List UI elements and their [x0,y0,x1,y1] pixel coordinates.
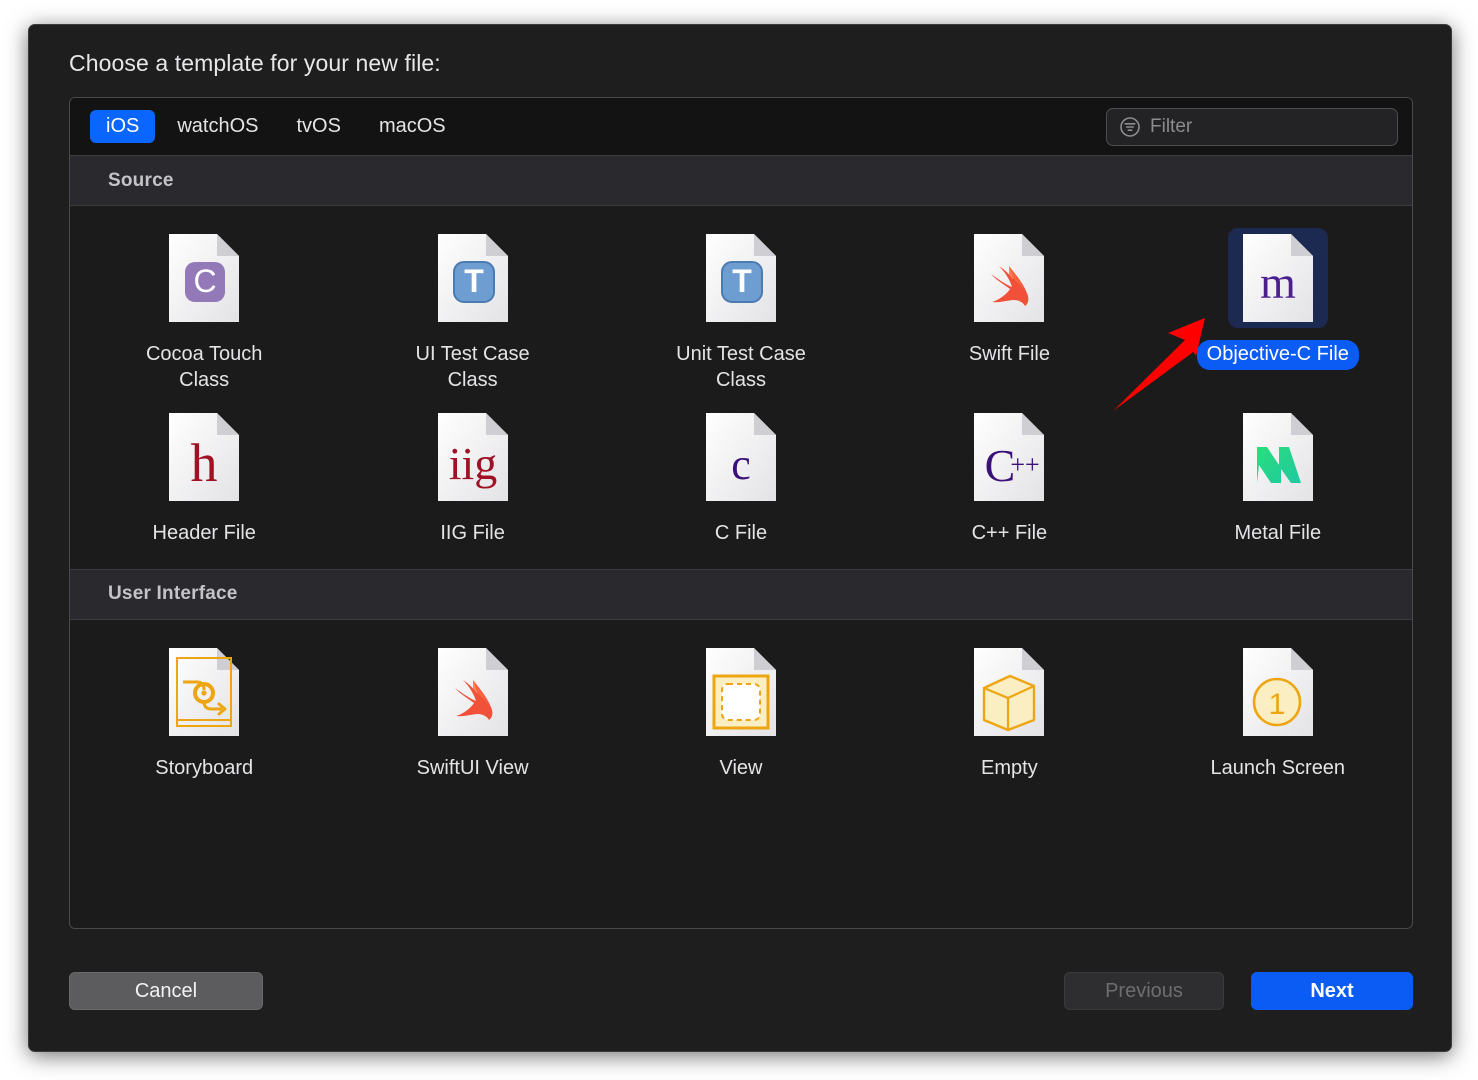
template-item-label: Metal File [1234,522,1322,545]
swift-file-icon [959,228,1059,328]
template-item-cocoa-touch-class[interactable]: C Cocoa Touch Class [70,220,338,395]
filter-placeholder: Filter [1150,116,1193,137]
section-header-user-interface-label: User Interface [108,583,238,605]
new-file-template-dialog: Choose a template for your new file: iOS… [28,24,1452,1052]
iig-file-icon: iig [423,407,523,507]
template-item-label: C File [714,522,768,545]
template-item-label: IIG File [440,522,505,545]
template-item-label: Objective-C File [1196,340,1359,370]
tab-watchos[interactable]: watchOS [161,110,274,143]
svg-text:T: T [464,263,484,299]
launch-screen-file-icon: 1 [1228,642,1328,742]
template-item-label: Swift File [968,343,1050,365]
platform-tabbar: iOS watchOS tvOS macOS Filter [70,98,1412,156]
template-item-objective-c-file[interactable]: m Objective-C File [1144,220,1412,395]
swiftui-view-file-icon [423,642,523,742]
template-item-header-file[interactable]: h Header File [70,399,338,549]
screenshot-root: Choose a template for your new file: iOS… [0,0,1478,1080]
section-header-source: Source [70,156,1412,206]
template-item-label: Header File [152,522,256,545]
template-panel: iOS watchOS tvOS macOS Filter Source C C… [69,97,1413,929]
page-title: Choose a template for your new file: [69,50,441,76]
template-item-swiftui-view[interactable]: SwiftUI View [338,634,606,784]
template-item-label: View [719,756,763,779]
svg-text:T: T [732,263,752,299]
template-item-metal-file[interactable]: Metal File [1144,399,1412,549]
template-item-c-file[interactable]: c C File [607,399,875,549]
template-item-view[interactable]: View [607,634,875,784]
template-item-label: SwiftUI View [416,756,529,779]
previous-button[interactable]: Previous [1064,972,1224,1010]
tab-tvos[interactable]: tvOS [281,110,357,143]
tab-macos[interactable]: macOS [363,110,462,143]
tab-ios[interactable]: iOS [90,110,156,143]
template-item-cpp-file[interactable]: C ++ C++ File [875,399,1143,549]
template-grid-source: C Cocoa Touch Class T UI Test Case Class… [70,220,1412,549]
cancel-button[interactable]: Cancel [69,972,263,1010]
next-button[interactable]: Next [1251,972,1413,1010]
filter-input[interactable]: Filter [1106,108,1398,146]
template-item-label: Unit Test Case Class [676,343,806,391]
svg-text:h: h [191,433,218,493]
unit-test-case-class-file-icon: T [691,228,791,328]
template-item-label: UI Test Case Class [415,343,530,391]
template-item-label: Storyboard [155,756,254,779]
template-grid-user-interface: Storyboard SwiftUI View View Empty 1 Lau… [70,634,1412,784]
ui-test-case-class-file-icon: T [423,228,523,328]
section-body-user-interface: Storyboard SwiftUI View View Empty 1 Lau… [70,619,1412,804]
template-item-label: Empty [981,756,1038,779]
svg-text:iig: iig [448,438,497,489]
storyboard-file-icon [154,642,254,742]
template-item-label: C++ File [971,522,1048,545]
objective-c-file-icon: m [1227,228,1328,328]
section-header-user-interface: User Interface [70,569,1412,620]
template-item-ui-test-case-class[interactable]: T UI Test Case Class [338,220,606,395]
svg-text:c: c [731,440,751,489]
metal-file-icon [1228,407,1328,507]
svg-text:m: m [1260,257,1296,308]
section-body-source: C Cocoa Touch Class T UI Test Case Class… [70,206,1412,570]
template-item-iig-file[interactable]: iig IIG File [338,399,606,549]
empty-file-icon [959,642,1059,742]
template-item-empty[interactable]: Empty [875,634,1143,784]
c-file-icon: c [691,407,791,507]
template-item-label: Launch Screen [1210,756,1346,779]
header-file-icon: h [154,407,254,507]
template-item-unit-test-case-class[interactable]: T Unit Test Case Class [607,220,875,395]
template-item-swift-file[interactable]: Swift File [875,220,1143,395]
svg-text:1: 1 [1268,688,1285,721]
view-file-icon [691,642,791,742]
svg-text:C: C [194,263,217,299]
cocoa-touch-class-file-icon: C [154,228,254,328]
section-header-source-label: Source [108,169,174,191]
cpp-file-icon: C ++ [959,407,1059,507]
filter-icon [1119,116,1141,138]
svg-text:++: ++ [1011,450,1040,479]
template-item-storyboard[interactable]: Storyboard [70,634,338,784]
template-item-launch-screen[interactable]: 1 Launch Screen [1144,634,1412,784]
template-item-label: Cocoa Touch Class [145,343,263,391]
